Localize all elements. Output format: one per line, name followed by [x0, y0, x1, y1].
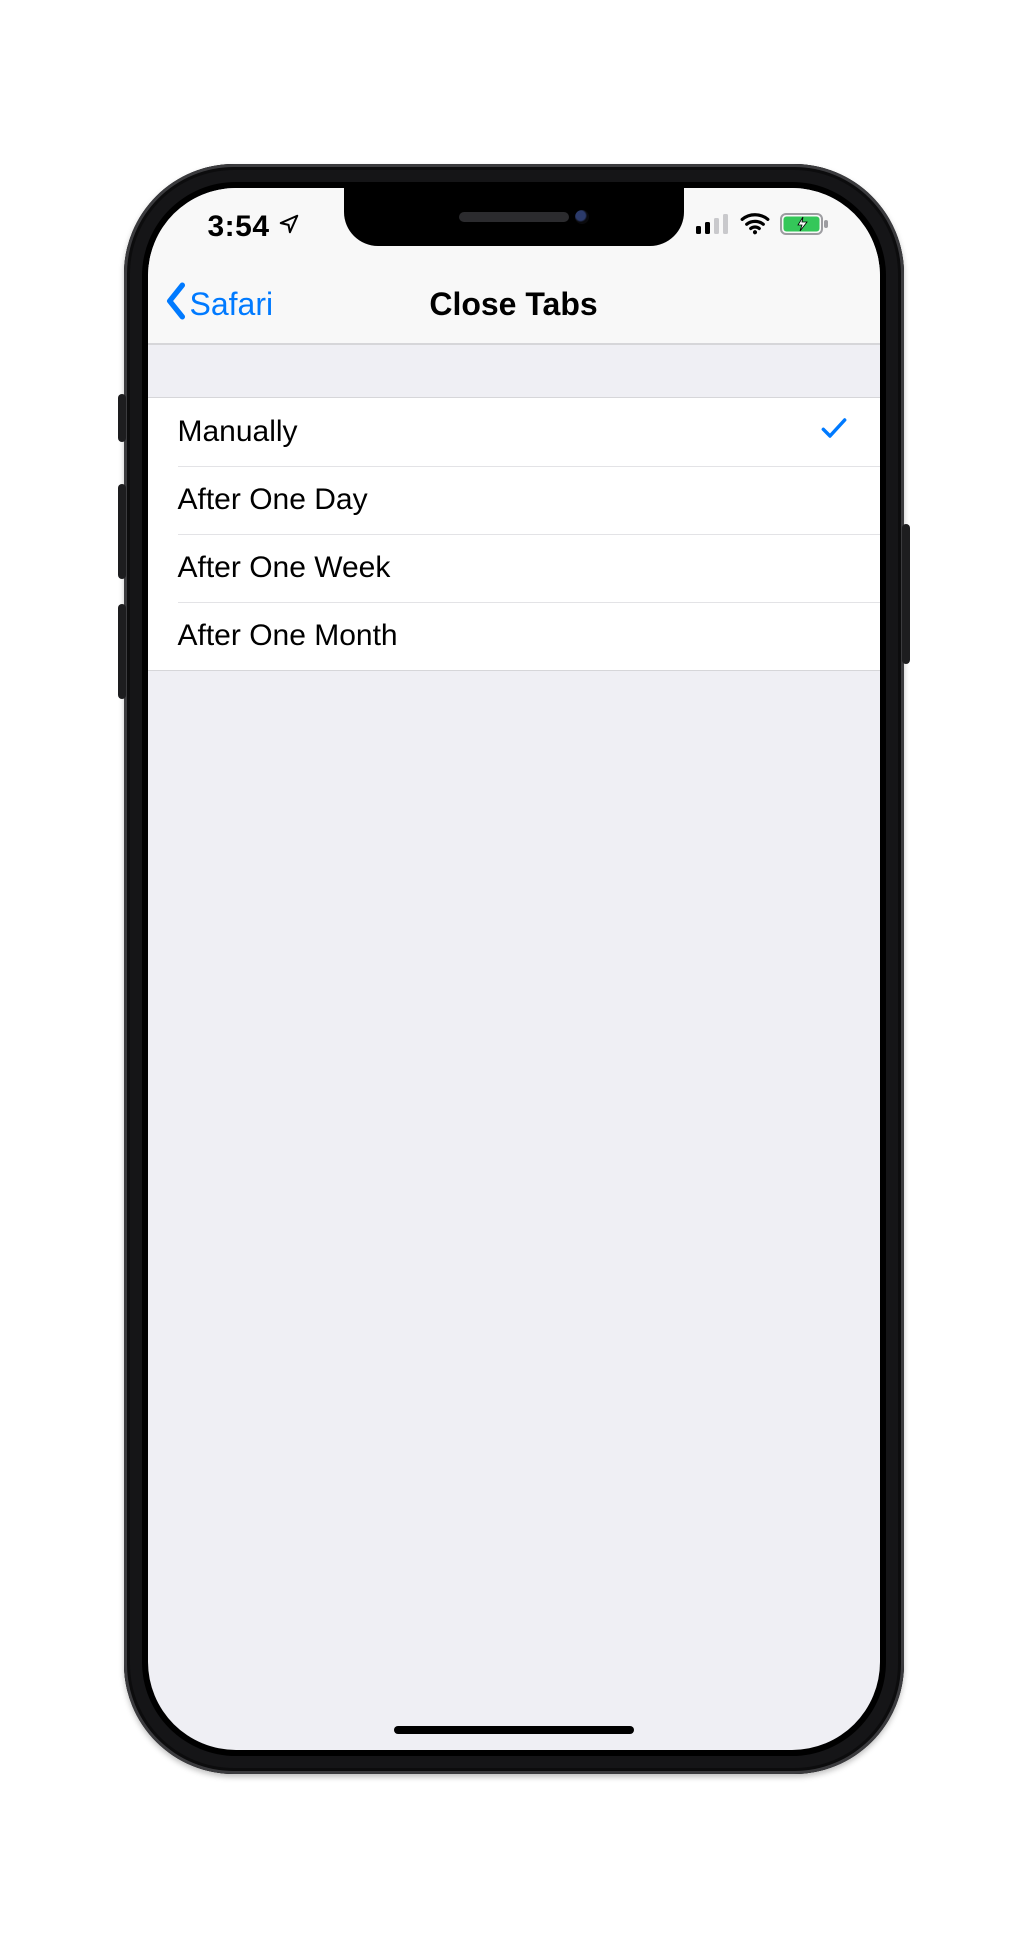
option-after-one-month[interactable]: After One Month [148, 602, 880, 670]
status-right [696, 212, 830, 241]
page-title: Close Tabs [429, 286, 597, 323]
screen: 3:54 [148, 188, 880, 1750]
cellular-signal-icon [696, 214, 730, 239]
option-label: After One Month [178, 619, 398, 653]
group-header-spacer [148, 344, 880, 398]
checkmark-icon [818, 412, 850, 452]
list-bottom-hairline [148, 670, 880, 671]
wifi-icon [740, 213, 770, 240]
option-label: After One Week [178, 551, 391, 585]
phone-bezel: 3:54 [142, 182, 886, 1756]
location-services-icon [278, 213, 300, 240]
volume-up-button [118, 484, 126, 579]
status-time: 3:54 [208, 210, 270, 244]
home-indicator[interactable] [394, 1726, 634, 1734]
side-button [902, 524, 910, 664]
phone-frame: 3:54 [124, 164, 904, 1774]
back-button[interactable]: Safari [164, 266, 274, 343]
chevron-left-icon [164, 282, 188, 328]
volume-down-button [118, 604, 126, 699]
close-tabs-options: Manually After One Day After One Week Af… [148, 398, 880, 670]
navigation-bar: Safari Close Tabs [148, 266, 880, 344]
option-label: After One Day [178, 483, 368, 517]
back-label: Safari [190, 286, 274, 323]
option-after-one-day[interactable]: After One Day [148, 466, 880, 534]
notch [344, 188, 684, 246]
option-manually[interactable]: Manually [148, 398, 880, 466]
earpiece-speaker [459, 212, 569, 222]
front-camera [575, 210, 589, 224]
status-left: 3:54 [208, 210, 300, 244]
option-after-one-week[interactable]: After One Week [148, 534, 880, 602]
option-label: Manually [178, 415, 298, 449]
mute-switch [118, 394, 126, 442]
battery-charging-icon [780, 212, 830, 241]
